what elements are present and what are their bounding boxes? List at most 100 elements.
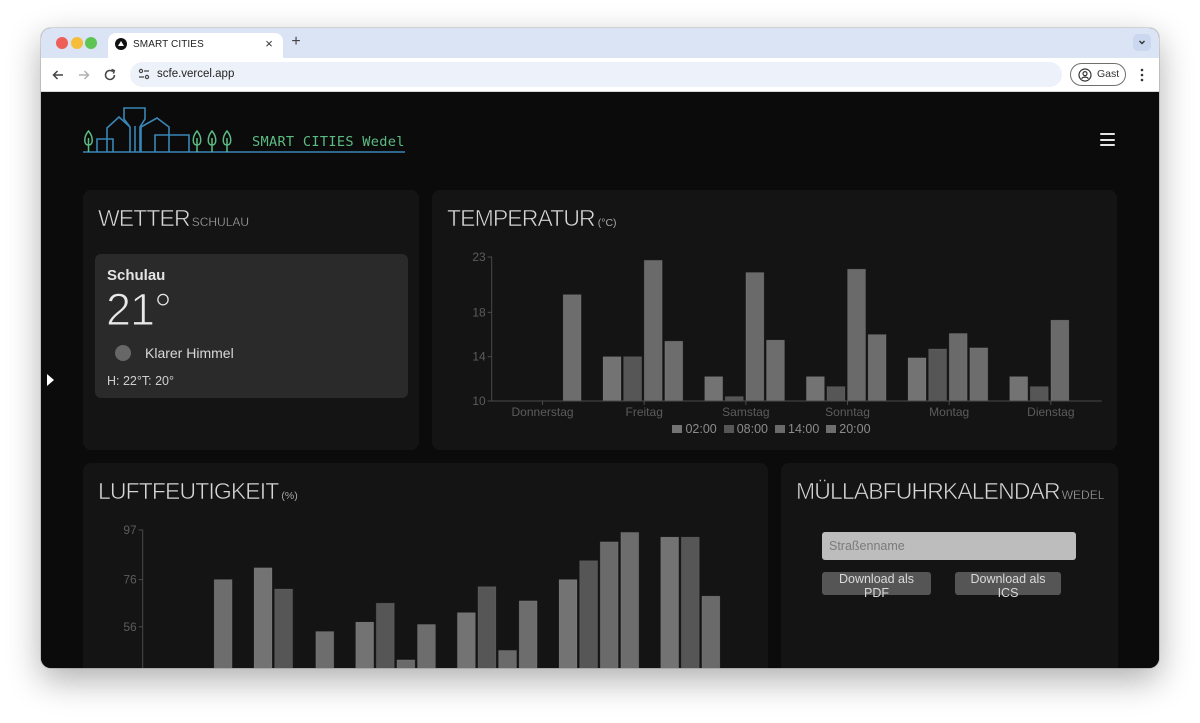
temperature-y-axis-line xyxy=(487,256,493,402)
profile-label: Gast xyxy=(1097,68,1120,80)
temperature-bar-2000[interactable] xyxy=(562,294,582,402)
site-info-icon[interactable] xyxy=(137,67,151,81)
temperature-legend-item[interactable]: 14:00 xyxy=(775,422,819,436)
temperature-legend-label: 08:00 xyxy=(736,422,768,436)
waste-calendar-card: MÜLLABFUHRKALENDARWEDEL Download als PDF… xyxy=(781,463,1118,668)
browser-menu-icon[interactable] xyxy=(1137,67,1147,83)
sidebar-toggle-arrow-icon[interactable] xyxy=(47,374,54,386)
temperature-bar-chart: 10 14 18 23 Donnerstag Freitag Samstag Sonntag M… xyxy=(472,250,1102,419)
minimize-window-button[interactable] xyxy=(71,37,83,49)
browser-window: SMART CITIES × + scfe.vercel.app Gast SM… xyxy=(41,28,1159,668)
url-text[interactable]: scfe.vercel.app xyxy=(157,67,234,82)
download-ics-button[interactable]: Download als ICS xyxy=(955,572,1061,600)
menu-line xyxy=(1100,138,1115,141)
humidity-bar-2000[interactable] xyxy=(315,631,335,668)
temperature-y-tick-label: 10 xyxy=(472,394,486,408)
forward-arrow-icon[interactable] xyxy=(76,67,92,83)
humidity-bar-1400[interactable] xyxy=(498,649,518,668)
humidity-bar-0800[interactable] xyxy=(579,560,599,668)
maximize-window-button[interactable] xyxy=(85,37,97,49)
humidity-bar-1400[interactable] xyxy=(701,595,721,668)
temperature-card: TEMPERATUR (°C) 10 14 18 23 Donnerstag Freitag… xyxy=(432,190,1117,450)
humidity-bar-0200[interactable] xyxy=(456,612,476,668)
temperature-bar-0200[interactable] xyxy=(907,357,927,402)
address-bar[interactable]: scfe.vercel.app xyxy=(130,62,1062,87)
temperature-bar-2000[interactable] xyxy=(969,347,989,402)
browser-toolbar: scfe.vercel.app Gast xyxy=(41,58,1159,92)
temperature-bar-0200[interactable] xyxy=(805,376,825,402)
temperature-legend-item[interactable]: 08:00 xyxy=(723,422,768,436)
profile-button[interactable]: Gast xyxy=(1070,63,1126,86)
humidity-bar-2000[interactable] xyxy=(416,623,436,668)
temperature-legend-swatch xyxy=(672,425,683,433)
weather-condition: Klarer Himmel xyxy=(145,345,234,361)
hamburger-menu-icon[interactable] xyxy=(1100,133,1116,147)
weather-subtitle: SCHULAU xyxy=(191,215,250,229)
humidity-y-tick-label: 97 xyxy=(123,523,137,537)
temperature-bar-2000[interactable] xyxy=(664,340,684,402)
temperature-legend-swatch xyxy=(826,425,837,433)
temperature-bar-0200[interactable] xyxy=(602,356,622,402)
humidity-bar-0800[interactable] xyxy=(680,536,700,668)
temperature-bar-2000[interactable] xyxy=(765,339,785,402)
current-temperature: 21° xyxy=(105,284,172,335)
browser-tab[interactable]: SMART CITIES × xyxy=(108,33,283,58)
temperature-bar-1400[interactable] xyxy=(948,332,968,402)
temperature-bar-0800[interactable] xyxy=(623,356,643,402)
menu-line xyxy=(1100,144,1115,146)
temperature-legend: 02:00 08:00 14:00 20:00 xyxy=(432,422,1111,436)
temperature-bar-0200[interactable] xyxy=(704,376,724,402)
humidity-bar-0200[interactable] xyxy=(558,579,578,668)
humidity-bar-0200[interactable] xyxy=(253,567,273,668)
temperature-bar-0800[interactable] xyxy=(724,396,744,402)
humidity-y-axis-line xyxy=(138,529,144,668)
temperature-x-tick-label: Sonntag xyxy=(825,405,870,419)
temperature-bar-1400[interactable] xyxy=(745,272,765,402)
humidity-bar-1400[interactable] xyxy=(396,659,416,668)
humidity-bar-0800[interactable] xyxy=(477,586,497,668)
waste-calendar-title: MÜLLABFUHRKALENDAR xyxy=(796,478,1061,505)
close-tab-icon[interactable]: × xyxy=(262,37,276,51)
street-name-input[interactable] xyxy=(822,532,1076,560)
temperature-x-tick-label: Samstag xyxy=(722,405,769,419)
logo-text[interactable]: SMART CITIES Wedel xyxy=(252,134,405,150)
humidity-y-tick-label: 56 xyxy=(123,620,137,634)
humidity-y-tick-label: 76 xyxy=(123,573,137,587)
close-window-button[interactable] xyxy=(56,37,68,49)
humidity-bar-2000[interactable] xyxy=(213,579,233,668)
weather-title: WETTER xyxy=(98,205,191,232)
temperature-bar-0200[interactable] xyxy=(1009,376,1029,402)
temperature-legend-swatch xyxy=(723,425,734,433)
temperature-y-tick-label: 18 xyxy=(472,305,486,319)
download-pdf-button[interactable]: Download als PDF xyxy=(822,572,931,600)
temperature-bar-2000[interactable] xyxy=(867,334,887,402)
temperature-legend-item[interactable]: 20:00 xyxy=(826,422,871,436)
new-tab-button[interactable]: + xyxy=(289,34,303,50)
tab-strip: SMART CITIES × + xyxy=(41,28,1159,58)
reload-icon[interactable] xyxy=(102,67,118,83)
temperature-bar-1400[interactable] xyxy=(643,259,663,402)
temperature-bar-0800[interactable] xyxy=(826,386,846,402)
humidity-bar-2000[interactable] xyxy=(620,531,640,668)
humidity-bar-1400[interactable] xyxy=(599,541,619,668)
weather-card-title: WETTER SCHULAU xyxy=(98,204,250,236)
temperature-x-tick-label: Freitag xyxy=(626,405,663,419)
temperature-x-tick-label: Montag xyxy=(929,405,969,419)
temperature-legend-item[interactable]: 02:00 xyxy=(672,422,717,436)
temperature-bar-1400[interactable] xyxy=(847,268,867,402)
temperature-bar-1400[interactable] xyxy=(1050,319,1070,402)
humidity-bar-0800[interactable] xyxy=(274,588,294,668)
temperature-bar-0800[interactable] xyxy=(928,348,948,402)
back-arrow-icon[interactable] xyxy=(50,67,66,83)
sun-icon xyxy=(115,345,131,361)
humidity-bar-2000[interactable] xyxy=(518,600,538,668)
tab-search-button[interactable] xyxy=(1133,34,1151,51)
temperature-bar-0800[interactable] xyxy=(1029,386,1049,402)
temperature-legend-label: 14:00 xyxy=(788,422,820,436)
humidity-bar-chart: 567697Donnerstag Freitag Samstag Sonntag Mon… xyxy=(123,523,721,668)
humidity-bar-0200[interactable] xyxy=(660,536,680,668)
humidity-bar-0800[interactable] xyxy=(375,602,395,668)
humidity-bar-0200[interactable] xyxy=(355,621,375,668)
profile-icon xyxy=(1078,68,1092,82)
temperature-legend-swatch xyxy=(775,425,785,433)
